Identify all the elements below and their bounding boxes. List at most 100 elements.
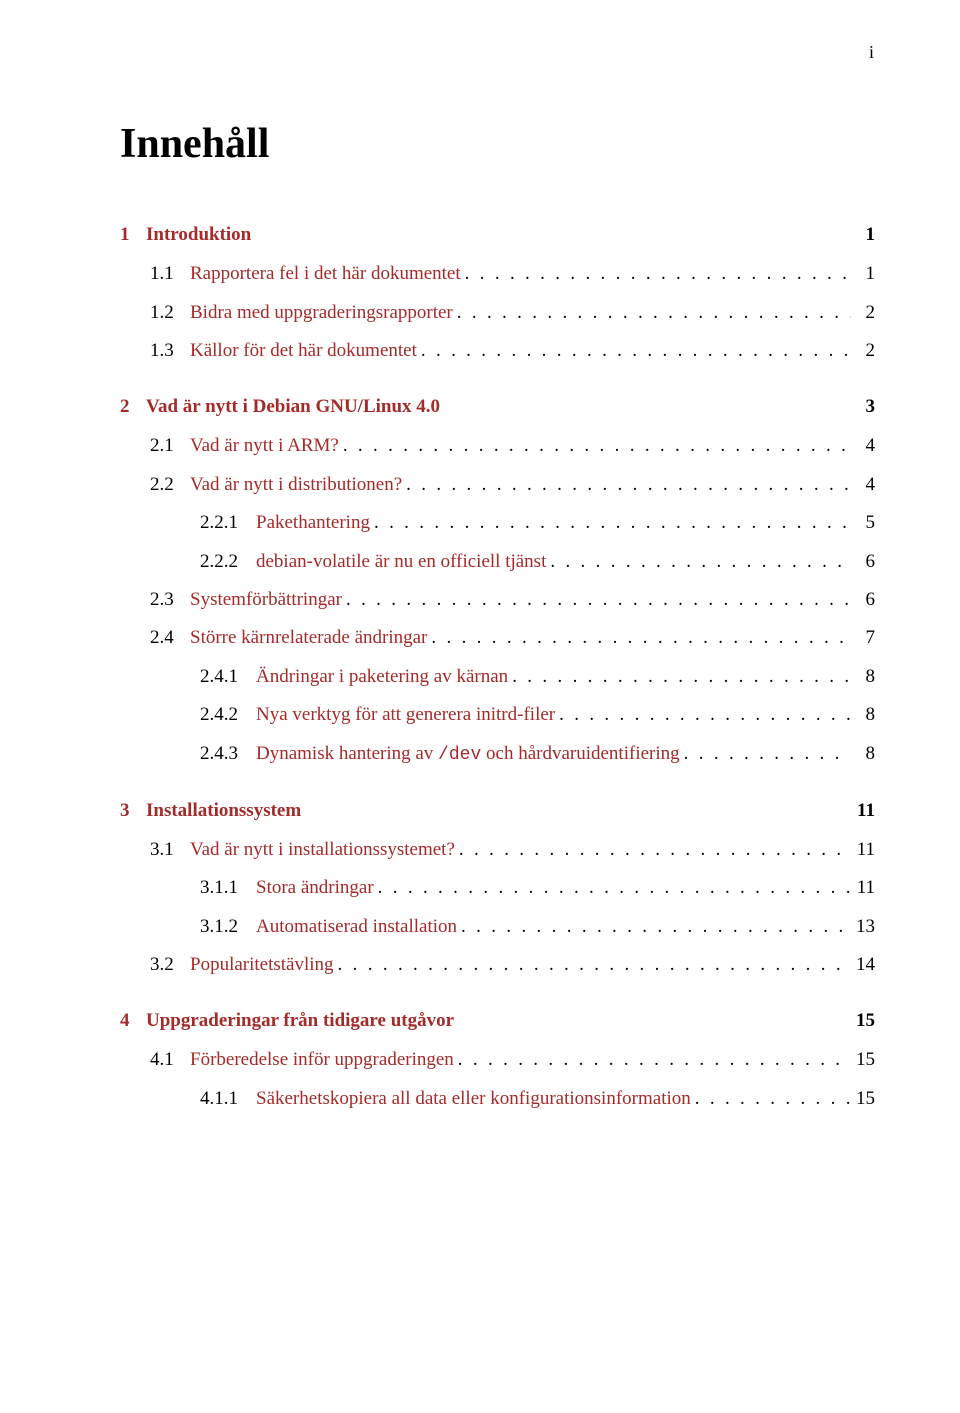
- toc-entry: 2.2.2debian-volatile är nu en officiell …: [120, 547, 875, 576]
- toc-entry-number[interactable]: 4.1.1: [200, 1084, 256, 1113]
- toc-leader: . . . . . . . . . . . . . . . . . . . . …: [455, 835, 851, 864]
- toc-entry-page[interactable]: 1: [851, 259, 875, 288]
- toc-entry-page[interactable]: 11: [851, 873, 875, 902]
- toc-entry-number[interactable]: 3.1.2: [200, 912, 256, 941]
- toc-entry: 1Introduktion1: [120, 220, 875, 249]
- toc-entry-page[interactable]: 2: [851, 336, 875, 365]
- toc-entry-label[interactable]: Förberedelse inför uppgraderingen: [190, 1045, 454, 1074]
- toc-entry: 2.2.1Pakethantering. . . . . . . . . . .…: [120, 508, 875, 537]
- toc-entry: 3.2Popularitetstävling. . . . . . . . . …: [120, 950, 875, 979]
- toc-leader: . . . . . . . . . . . . . . . . . . . . …: [691, 1084, 851, 1113]
- toc-entry-label[interactable]: Säkerhetskopiera all data eller konfigur…: [256, 1084, 691, 1113]
- toc-entry-label[interactable]: Popularitetstävling: [190, 950, 334, 979]
- toc-entry-page[interactable]: 15: [851, 1084, 875, 1113]
- toc-entry-page[interactable]: 8: [851, 700, 875, 729]
- toc-entry-number[interactable]: 2: [120, 392, 146, 421]
- toc-entry: 3Installationssystem 11: [120, 796, 875, 825]
- toc-entry-page[interactable]: 15: [851, 1045, 875, 1074]
- toc-entry-number[interactable]: 1: [120, 220, 146, 249]
- toc-leader: . . . . . . . . . . . . . . . . . . . . …: [680, 739, 851, 768]
- toc-entry: 2.4Större kärnrelaterade ändringar. . . …: [120, 623, 875, 652]
- toc-leader: . . . . . . . . . . . . . . . . . . . . …: [339, 431, 851, 460]
- toc-entry-page[interactable]: 6: [851, 585, 875, 614]
- toc-entry: 2.3Systemförbättringar. . . . . . . . . …: [120, 585, 875, 614]
- toc-entry-page[interactable]: 13: [851, 912, 875, 941]
- toc-entry: 4.1.1Säkerhetskopiera all data eller kon…: [120, 1084, 875, 1113]
- toc-entry-label[interactable]: Större kärnrelaterade ändringar: [190, 623, 427, 652]
- toc-entry-label[interactable]: Installationssystem: [146, 796, 301, 825]
- toc-entry-number[interactable]: 3: [120, 796, 146, 825]
- toc-entry-label[interactable]: debian-volatile är nu en officiell tjäns…: [256, 547, 546, 576]
- toc-entry-number[interactable]: 2.4.3: [200, 739, 256, 768]
- toc-leader: . . . . . . . . . . . . . . . . . . . . …: [546, 547, 851, 576]
- toc-entry-number[interactable]: 2.1: [150, 431, 190, 460]
- toc-entry-number[interactable]: 2.4.1: [200, 662, 256, 691]
- toc-entry-number[interactable]: 2.4.2: [200, 700, 256, 729]
- toc-entry-page[interactable]: 7: [851, 623, 875, 652]
- toc-entry-page[interactable]: 3: [851, 392, 875, 421]
- toc-entry-label[interactable]: Vad är nytt i installationssystemet?: [190, 835, 455, 864]
- toc-entry-page[interactable]: 8: [851, 662, 875, 691]
- toc-entry-label[interactable]: Vad är nytt i ARM?: [190, 431, 339, 460]
- toc-entry: 2.4.1Ändringar i paketering av kärnan. .…: [120, 662, 875, 691]
- toc-entry-page[interactable]: 4: [851, 431, 875, 460]
- toc-entry-number[interactable]: 1.1: [150, 259, 190, 288]
- toc-entry-number[interactable]: 3.1: [150, 835, 190, 864]
- toc-entry-label[interactable]: Nya verktyg för att generera initrd-file…: [256, 700, 555, 729]
- toc-entry-number[interactable]: 2.2.2: [200, 547, 256, 576]
- toc-entry: 2.2Vad är nytt i distributionen?. . . . …: [120, 470, 875, 499]
- toc-entry-number[interactable]: 2.2.1: [200, 508, 256, 537]
- toc-entry-label[interactable]: Automatiserad installation: [256, 912, 457, 941]
- toc-leader: . . . . . . . . . . . . . . . . . . . . …: [427, 623, 851, 652]
- toc-entry-label[interactable]: Dynamisk hantering av /dev och hårdvarui…: [256, 739, 680, 770]
- toc-entry-number[interactable]: 2.2: [150, 470, 190, 499]
- toc-entry-page[interactable]: 1: [851, 220, 875, 249]
- toc-entry-number[interactable]: 2.3: [150, 585, 190, 614]
- toc-entry-label[interactable]: Vad är nytt i Debian GNU/Linux 4.0: [146, 392, 440, 421]
- toc-entry-page[interactable]: 5: [851, 508, 875, 537]
- toc-entry-page[interactable]: 15: [851, 1006, 875, 1035]
- toc-leader: . . . . . . . . . . . . . . . . . . . . …: [457, 912, 851, 941]
- toc-entry-label[interactable]: Uppgraderingar från tidigare utgåvor: [146, 1006, 454, 1035]
- toc-entry-label[interactable]: Systemförbättringar: [190, 585, 342, 614]
- toc-entry-page[interactable]: 6: [851, 547, 875, 576]
- toc-leader: . . . . . . . . . . . . . . . . . . . . …: [508, 662, 851, 691]
- page-content: Innehåll 1Introduktion11.1Rapportera fel…: [0, 0, 960, 1162]
- toc-entry-page[interactable]: 11: [851, 835, 875, 864]
- toc-leader: . . . . . . . . . . . . . . . . . . . . …: [453, 298, 851, 327]
- toc-leader: . . . . . . . . . . . . . . . . . . . . …: [334, 950, 851, 979]
- toc-entry-page[interactable]: 14: [851, 950, 875, 979]
- toc-entry-label[interactable]: Ändringar i paketering av kärnan: [256, 662, 508, 691]
- toc-entry-label[interactable]: Stora ändringar: [256, 873, 374, 902]
- toc-leader: . . . . . . . . . . . . . . . . . . . . …: [342, 585, 851, 614]
- toc-entry-page[interactable]: 8: [851, 739, 875, 768]
- toc-leader: . . . . . . . . . . . . . . . . . . . . …: [454, 1045, 851, 1074]
- toc-entry-number[interactable]: 1.3: [150, 336, 190, 365]
- toc-entry-number[interactable]: 3.1.1: [200, 873, 256, 902]
- toc-leader: . . . . . . . . . . . . . . . . . . . . …: [461, 259, 851, 288]
- table-of-contents: 1Introduktion11.1Rapportera fel i det hä…: [120, 220, 875, 1113]
- toc-entry-label[interactable]: Rapportera fel i det här dokumentet: [190, 259, 461, 288]
- toc-entry: 3.1.2Automatiserad installation. . . . .…: [120, 912, 875, 941]
- toc-entry: 2Vad är nytt i Debian GNU/Linux 4.0 3: [120, 392, 875, 421]
- toc-entry: 3.1Vad är nytt i installationssystemet?.…: [120, 835, 875, 864]
- toc-entry-page[interactable]: 4: [851, 470, 875, 499]
- toc-entry-label[interactable]: Introduktion: [146, 220, 251, 249]
- toc-entry-label[interactable]: Bidra med uppgraderingsrapporter: [190, 298, 453, 327]
- toc-entry-number[interactable]: 1.2: [150, 298, 190, 327]
- toc-title: Innehåll: [120, 120, 875, 168]
- toc-entry: 4.1Förberedelse inför uppgraderingen. . …: [120, 1045, 875, 1074]
- toc-entry-number[interactable]: 2.4: [150, 623, 190, 652]
- toc-entry-page[interactable]: 11: [851, 796, 875, 825]
- toc-entry: 4Uppgraderingar från tidigare utgåvor 15: [120, 1006, 875, 1035]
- toc-entry-label[interactable]: Källor för det här dokumentet: [190, 336, 417, 365]
- toc-entry-label[interactable]: Vad är nytt i distributionen?: [190, 470, 402, 499]
- toc-entry-number[interactable]: 4.1: [150, 1045, 190, 1074]
- page-number: i: [869, 42, 874, 63]
- toc-entry-page[interactable]: 2: [851, 298, 875, 327]
- toc-entry-number[interactable]: 3.2: [150, 950, 190, 979]
- toc-entry-number[interactable]: 4: [120, 1006, 146, 1035]
- toc-entry-label[interactable]: Pakethantering: [256, 508, 370, 537]
- toc-leader: . . . . . . . . . . . . . . . . . . . . …: [417, 336, 851, 365]
- toc-leader: . . . . . . . . . . . . . . . . . . . . …: [555, 700, 851, 729]
